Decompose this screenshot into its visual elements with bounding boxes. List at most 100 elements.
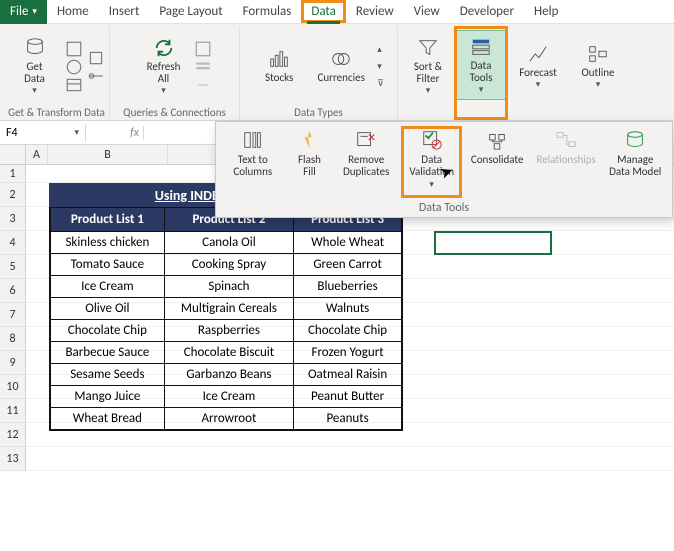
- stocks-button[interactable]: Stocks: [253, 31, 305, 101]
- table-cell[interactable]: Blueberries: [294, 276, 402, 298]
- remove-duplicates-button[interactable]: Remove Duplicates: [335, 126, 397, 198]
- table-row: Wheat BreadArrowrootPeanuts: [51, 408, 402, 430]
- table-cell[interactable]: Garbanzo Beans: [164, 364, 293, 386]
- row-3[interactable]: 3: [0, 207, 25, 231]
- fx-controls: fx: [86, 126, 144, 140]
- table-cell[interactable]: Wheat Bread: [51, 408, 165, 430]
- tab-review[interactable]: Review: [346, 0, 404, 23]
- from-text-icon[interactable]: [65, 40, 83, 56]
- queries-icon[interactable]: [194, 40, 212, 56]
- data-model-icon: [621, 128, 649, 152]
- table-cell[interactable]: Canola Oil: [164, 232, 293, 254]
- table-cell[interactable]: Ice Cream: [164, 386, 293, 408]
- label: Flash Fill: [298, 154, 321, 178]
- row-10[interactable]: 10: [0, 375, 25, 399]
- table-cell[interactable]: Chocolate Chip: [51, 320, 165, 342]
- text-to-columns-button[interactable]: Text to Columns: [222, 126, 284, 198]
- tab-help[interactable]: Help: [524, 0, 568, 23]
- from-table-icon[interactable]: [65, 76, 83, 92]
- row-2[interactable]: 2: [0, 183, 25, 207]
- row-1[interactable]: 1: [0, 165, 25, 183]
- table-cell[interactable]: Raspberries: [164, 320, 293, 342]
- forecast-button[interactable]: Forecast ▾: [512, 31, 564, 101]
- table-cell[interactable]: Chocolate Biscuit: [164, 342, 293, 364]
- table-cell[interactable]: Barbecue Sauce: [51, 342, 165, 364]
- row-8[interactable]: 8: [0, 327, 25, 351]
- select-all-corner[interactable]: [0, 145, 26, 164]
- chevron-down-icon: ▾: [536, 80, 541, 90]
- outline-button[interactable]: Outline ▾: [572, 31, 624, 101]
- chevron-down-icon: ▾: [426, 86, 431, 96]
- manage-data-model-button[interactable]: Manage Data Model: [604, 126, 666, 198]
- refresh-all-label: Refresh All: [147, 61, 181, 85]
- recent-sources-icon[interactable]: [87, 49, 105, 65]
- table-cell[interactable]: Spinach: [164, 276, 293, 298]
- table-cell[interactable]: Whole Wheat: [294, 232, 402, 254]
- tab-formulas[interactable]: Formulas: [233, 0, 302, 23]
- tab-home[interactable]: Home: [47, 0, 99, 23]
- more-icon[interactable]: ⊽: [377, 78, 384, 89]
- database-icon: [21, 36, 49, 60]
- table-cell[interactable]: Green Carrot: [294, 254, 402, 276]
- refresh-all-button[interactable]: Refresh All ▾: [138, 31, 190, 101]
- edit-links-icon[interactable]: [194, 76, 212, 92]
- table-cell[interactable]: Arrowroot: [164, 408, 293, 430]
- table-cell[interactable]: Mango Juice: [51, 386, 165, 408]
- properties-icon[interactable]: [194, 58, 212, 74]
- group-get-transform: Get Data ▾ Get & Transform Data: [4, 26, 110, 120]
- funnel-icon: [414, 36, 442, 60]
- table-cell[interactable]: Tomato Sauce: [51, 254, 165, 276]
- tab-data[interactable]: Data: [301, 0, 346, 23]
- flash-fill-icon: [295, 128, 323, 152]
- tab-view[interactable]: View: [404, 0, 450, 23]
- row-5[interactable]: 5: [0, 255, 25, 279]
- existing-connections-icon[interactable]: [87, 67, 105, 83]
- table-cell[interactable]: Peanut Butter: [294, 386, 402, 408]
- scroll-up-icon[interactable]: ▴: [377, 44, 384, 55]
- name-box[interactable]: F4 ▾: [0, 124, 86, 142]
- row-7[interactable]: 7: [0, 303, 25, 327]
- row-6[interactable]: 6: [0, 279, 25, 303]
- row-4[interactable]: 4: [0, 231, 25, 255]
- row-12[interactable]: 12: [0, 423, 25, 447]
- table-cell[interactable]: Skinless chicken: [51, 232, 165, 254]
- consolidate-button[interactable]: Consolidate: [466, 126, 528, 198]
- group-label: [572, 104, 624, 120]
- row-11[interactable]: 11: [0, 399, 25, 423]
- scroll-down-icon[interactable]: ▾: [377, 61, 384, 72]
- col-B[interactable]: B: [48, 145, 168, 164]
- tab-developer[interactable]: Developer: [450, 0, 524, 23]
- table-row: Skinless chickenCanola OilWhole Wheat: [51, 232, 402, 254]
- row-9[interactable]: 9: [0, 351, 25, 375]
- data-tools-button[interactable]: Data Tools ▾: [454, 30, 508, 100]
- row-13[interactable]: 13: [0, 447, 25, 471]
- flash-fill-button[interactable]: Flash Fill: [288, 126, 332, 198]
- col-A[interactable]: A: [26, 145, 48, 164]
- table-cell[interactable]: Oatmeal Raisin: [294, 364, 402, 386]
- table-cell[interactable]: Chocolate Chip: [294, 320, 402, 342]
- table-cell[interactable]: Walnuts: [294, 298, 402, 320]
- chevron-down-icon: ▾: [74, 127, 79, 138]
- chevron-down-icon: ▾: [429, 180, 434, 190]
- file-menu[interactable]: File ▾: [0, 0, 47, 24]
- data-validation-button[interactable]: Data Validation ▾: [401, 126, 463, 198]
- sort-filter-label: Sort & Filter: [414, 61, 442, 85]
- tab-insert[interactable]: Insert: [99, 0, 150, 23]
- tab-page-layout[interactable]: Page Layout: [149, 0, 232, 23]
- popup-group-label: Data Tools: [216, 199, 672, 217]
- table-row: Ice CreamSpinachBlueberries: [51, 276, 402, 298]
- table-cell[interactable]: Olive Oil: [51, 298, 165, 320]
- currencies-button[interactable]: Currencies: [315, 31, 367, 101]
- table-cell[interactable]: Ice Cream: [51, 276, 165, 298]
- table-cell[interactable]: Cooking Spray: [164, 254, 293, 276]
- table-cell[interactable]: Peanuts: [294, 408, 402, 430]
- from-web-icon[interactable]: [65, 58, 83, 74]
- sort-filter-button[interactable]: Sort & Filter ▾: [402, 31, 454, 101]
- fx-icon[interactable]: fx: [130, 126, 139, 140]
- header-1: Product List 1: [51, 208, 165, 232]
- table-cell[interactable]: Sesame Seeds: [51, 364, 165, 386]
- get-data-button[interactable]: Get Data ▾: [9, 31, 61, 101]
- table-cell[interactable]: Multigrain Cereals: [164, 298, 293, 320]
- chevron-down-icon: ▾: [32, 86, 37, 96]
- table-cell[interactable]: Frozen Yogurt: [294, 342, 402, 364]
